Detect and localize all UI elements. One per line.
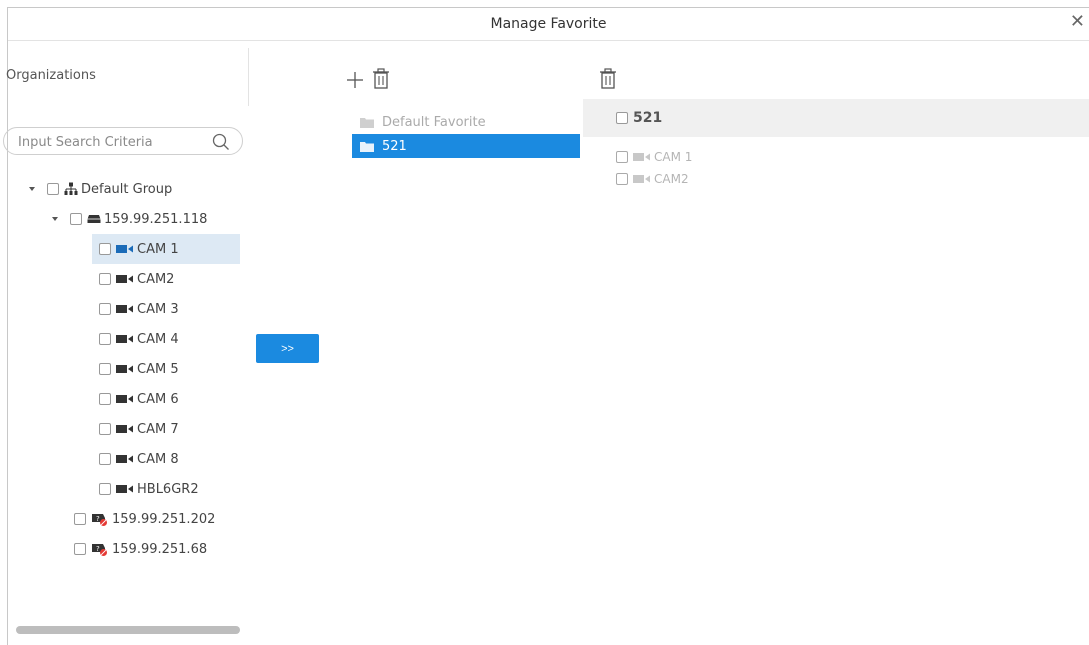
favorite-item[interactable]: Default Favorite [352, 110, 580, 134]
offline-device-icon: ? [91, 541, 109, 557]
tree-node-label: 159.99.251.202 [112, 511, 216, 527]
camera-icon [116, 274, 134, 284]
group-checkbox[interactable] [616, 112, 628, 124]
folder-icon [360, 117, 374, 128]
camera-label: CAM 1 [654, 150, 693, 164]
tree-node-label: 159.99.251.68 [112, 541, 208, 557]
tree-node-label: CAM 5 [137, 361, 179, 377]
search-icon[interactable] [212, 133, 230, 151]
tree-node-label: CAM 3 [137, 301, 179, 317]
search-input[interactable] [16, 132, 200, 152]
horizontal-scrollbar[interactable] [16, 626, 240, 634]
camera-icon [633, 152, 651, 162]
caret-down-icon[interactable] [50, 214, 60, 224]
panel-divider [248, 48, 249, 106]
delete-icon[interactable] [598, 68, 618, 90]
tree-node-camera[interactable]: CAM 1 [92, 234, 240, 264]
svg-text:?: ? [96, 545, 100, 553]
tree-checkbox[interactable] [99, 423, 111, 435]
tree-node-label: 159.99.251.118 [104, 211, 208, 227]
nvr-device-icon [87, 213, 101, 225]
tree-node-camera[interactable]: CAM 5 [99, 354, 179, 384]
tree-node-label: CAM 7 [137, 421, 179, 437]
folder-icon [360, 141, 374, 152]
tree-checkbox[interactable] [74, 513, 86, 525]
tree-node-camera[interactable]: HBL6GR2 [99, 474, 199, 504]
tree-node-device[interactable]: ? 159.99.251.68 [74, 534, 207, 564]
svg-text:?: ? [96, 515, 100, 523]
tree-node-camera[interactable]: CAM 7 [99, 414, 179, 444]
favorite-group-header[interactable]: 521 [583, 99, 1089, 137]
tree-node-label: CAM 4 [137, 331, 179, 347]
camera-label: CAM2 [654, 172, 689, 186]
tree-node-label: CAM 1 [137, 241, 179, 257]
tree-checkbox[interactable] [99, 333, 111, 345]
tree-node-camera[interactable]: CAM2 [99, 264, 174, 294]
tree-checkbox[interactable] [74, 543, 86, 555]
tree-checkbox[interactable] [70, 213, 82, 225]
camera-icon [116, 424, 134, 434]
camera-icon [633, 174, 651, 184]
organizations-label: Organizations [6, 68, 96, 83]
tree-node-label: CAM 6 [137, 391, 179, 407]
favorite-camera-row[interactable]: CAM 1 [616, 146, 692, 168]
tree-node-label: Default Group [81, 181, 173, 197]
dialog-titlebar: Manage Favorite ✕ [8, 8, 1089, 41]
offline-device-icon: ? [91, 511, 109, 527]
camera-checkbox[interactable] [616, 173, 628, 185]
camera-icon [116, 454, 134, 464]
tree-node-camera[interactable]: CAM 6 [99, 384, 179, 414]
tree-node-default-group[interactable]: Default Group [27, 174, 172, 204]
camera-icon [116, 394, 134, 404]
add-to-favorite-button[interactable]: >> [256, 334, 319, 363]
camera-icon [116, 244, 134, 254]
favorite-group-name: 521 [633, 110, 663, 126]
close-icon[interactable]: ✕ [1070, 13, 1085, 31]
tree-checkbox[interactable] [99, 273, 111, 285]
dialog-title: Manage Favorite [490, 16, 607, 32]
search-box[interactable] [3, 127, 243, 155]
tree-node-label: HBL6GR2 [137, 481, 199, 497]
camera-icon [116, 334, 134, 344]
camera-checkbox[interactable] [616, 151, 628, 163]
favorite-label: 521 [382, 138, 407, 154]
add-icon[interactable] [345, 70, 365, 90]
camera-icon [116, 304, 134, 314]
camera-icon [116, 484, 134, 494]
camera-icon [116, 364, 134, 374]
favorite-item-selected[interactable]: 521 [352, 134, 580, 158]
tree-node-camera[interactable]: CAM 3 [99, 294, 179, 324]
tree-node-label: CAM 8 [137, 451, 179, 467]
tree-node-label: CAM2 [137, 271, 175, 287]
tree-node-camera[interactable]: CAM 8 [99, 444, 179, 474]
tree-checkbox[interactable] [47, 183, 59, 195]
favorite-camera-row[interactable]: CAM2 [616, 168, 689, 190]
tree-checkbox[interactable] [99, 393, 111, 405]
delete-icon[interactable] [371, 68, 391, 90]
tree-node-camera[interactable]: CAM 4 [99, 324, 179, 354]
tree-node-device[interactable]: 159.99.251.118 [50, 204, 207, 234]
favorite-label: Default Favorite [382, 114, 486, 130]
tree-checkbox[interactable] [99, 483, 111, 495]
tree-checkbox[interactable] [99, 363, 111, 375]
org-tree-icon [64, 182, 78, 196]
tree-checkbox[interactable] [99, 243, 111, 255]
caret-down-icon[interactable] [27, 184, 37, 194]
tree-checkbox[interactable] [99, 303, 111, 315]
tree-checkbox[interactable] [99, 453, 111, 465]
tree-node-device[interactable]: ? 159.99.251.202 [74, 504, 215, 534]
